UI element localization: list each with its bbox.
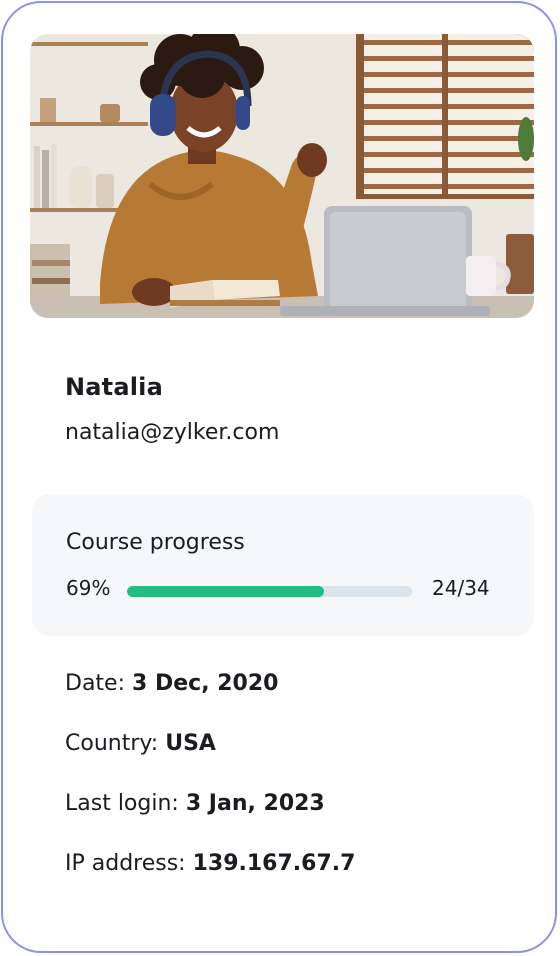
- profile-card: Natalia natalia@zylker.com Course progre…: [1, 1, 557, 953]
- profile-photo: [30, 34, 534, 318]
- progress-bar-fill: [127, 586, 324, 597]
- course-progress-panel: Course progress 69% 24/34: [32, 494, 534, 636]
- progress-title: Course progress: [66, 530, 245, 555]
- user-email: natalia@zylker.com: [65, 420, 280, 445]
- progress-bar: [127, 586, 412, 597]
- detail-last-login: Last login: 3 Jan, 2023: [65, 791, 325, 816]
- detail-ip-address-label: IP address:: [65, 851, 193, 876]
- user-name: Natalia: [65, 373, 163, 401]
- detail-date-label: Date:: [65, 671, 132, 696]
- detail-country-label: Country:: [65, 731, 166, 756]
- progress-count: 24/34: [432, 576, 490, 600]
- detail-country-value: USA: [165, 731, 216, 756]
- progress-percent: 69%: [66, 576, 111, 600]
- detail-ip-address: IP address: 139.167.67.7: [65, 851, 355, 876]
- detail-last-login-value: 3 Jan, 2023: [185, 791, 325, 816]
- detail-country: Country: USA: [65, 731, 216, 756]
- detail-date-value: 3 Dec, 2020: [132, 671, 279, 696]
- detail-ip-address-value: 139.167.67.7: [192, 851, 356, 876]
- detail-date: Date: 3 Dec, 2020: [65, 671, 278, 696]
- detail-last-login-label: Last login:: [65, 791, 186, 816]
